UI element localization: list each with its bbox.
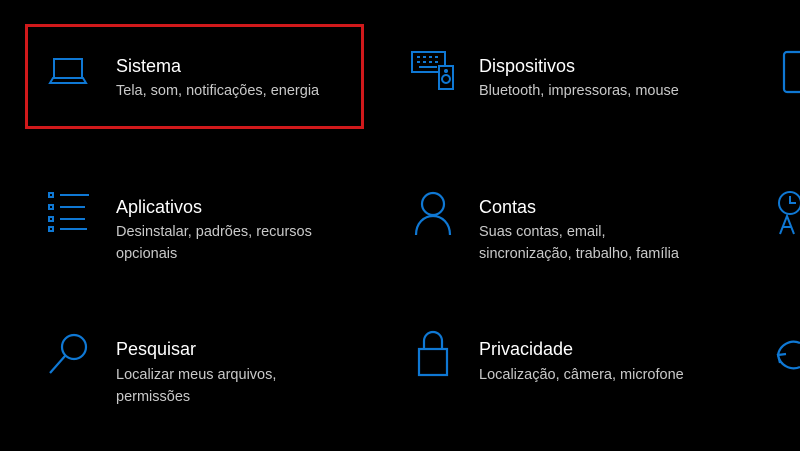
settings-tile-privacidade[interactable]: Privacidade Localização, câmera, microfo… [400, 312, 780, 422]
keyboard-speaker-icon [410, 49, 458, 93]
tile-description: Localização, câmera, microfone [479, 367, 684, 383]
tile-description: Desinstalar, padrões, recursos [116, 224, 312, 240]
tile-title: Pesquisar [116, 339, 197, 359]
settings-tile-aplicativos[interactable]: Aplicativos Desinstalar, padrões, recurs… [30, 170, 360, 280]
tile-description: Suas contas, email, [479, 224, 606, 240]
update-sync-icon [774, 333, 800, 377]
settings-tile-dispositivos[interactable]: Dispositivos Bluetooth, impressoras, mou… [400, 28, 780, 126]
tile-description: Tela, som, notificações, energia [116, 83, 320, 99]
tile-title: Sistema [116, 56, 182, 76]
lock-icon [416, 329, 450, 377]
tile-title: Dispositivos [479, 56, 576, 76]
phone-icon [781, 50, 800, 94]
laptop-icon [48, 56, 88, 88]
search-icon [47, 332, 91, 376]
tile-description: opcionais [116, 246, 178, 262]
tile-title: Contas [479, 197, 537, 217]
settings-tile-pesquisar[interactable]: Pesquisar Localizar meus arquivos, permi… [30, 312, 360, 422]
settings-tile-sistema[interactable]: Sistema Tela, som, notificações, energia [30, 28, 360, 126]
person-icon [413, 191, 453, 237]
tile-description: Bluetooth, impressoras, mouse [479, 83, 679, 99]
settings-tile-contas[interactable]: Contas Suas contas, email, sincronização… [400, 170, 780, 280]
time-language-icon [777, 190, 800, 238]
tile-description: permissões [116, 389, 191, 405]
tile-description: Localizar meus arquivos, [116, 367, 277, 383]
tile-title: Privacidade [479, 339, 574, 359]
tile-description: sincronização, trabalho, família [479, 246, 679, 262]
apps-list-icon [47, 190, 91, 234]
tile-title: Aplicativos [116, 197, 203, 217]
